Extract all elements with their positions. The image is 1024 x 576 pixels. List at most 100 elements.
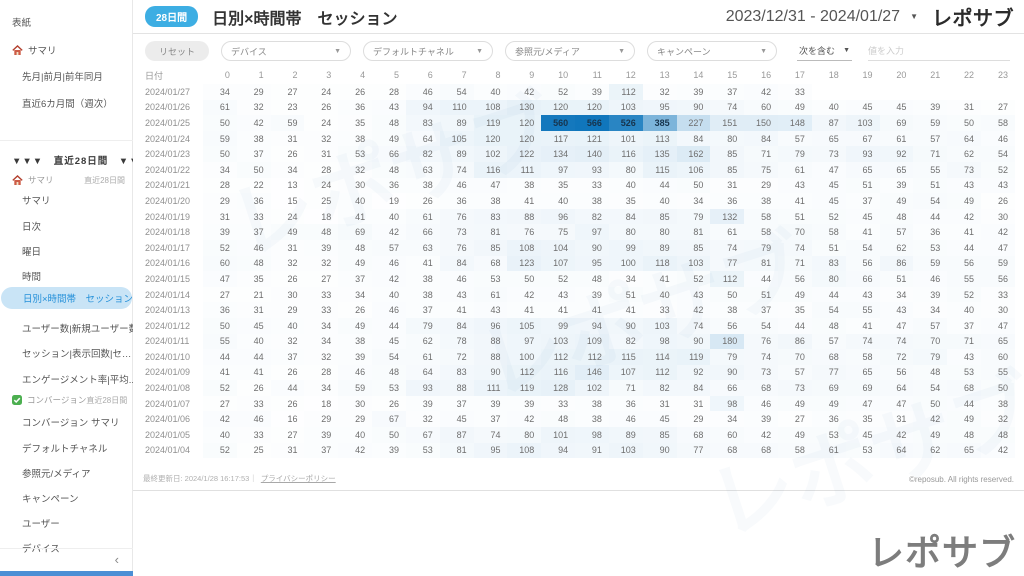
sidebar-item-3[interactable]: 直近6カ月間（週次） <box>0 93 133 113</box>
heatmap-cell: 82 <box>609 334 643 350</box>
date-range-value: 2023/12/31 - 2024/01/27 <box>726 8 900 26</box>
sidebar-collapse-bar[interactable]: ‹ <box>0 548 133 570</box>
hour-column-header: 2 <box>271 66 305 84</box>
row-date: 2024/01/26 <box>141 100 203 116</box>
heatmap-cell: 101 <box>541 427 575 443</box>
heatmap-cell: 40 <box>643 193 677 209</box>
hour-column-header: 8 <box>474 66 508 84</box>
heatmap-cell: 42 <box>507 411 541 427</box>
sidebar-item-7[interactable]: 日次 <box>0 216 133 236</box>
heatmap-cell: 80 <box>643 224 677 240</box>
heatmap-cell: 37 <box>744 302 778 318</box>
heatmap-cell: 50 <box>947 115 981 131</box>
sidebar-item-9[interactable]: 時間 <box>0 266 133 286</box>
heatmap-cell: 31 <box>203 209 237 225</box>
device-filter-dropdown[interactable]: デバイス ▼ <box>221 41 351 61</box>
heatmap-cell: 39 <box>880 178 914 194</box>
heatmap-cell: 50 <box>507 271 541 287</box>
house-icon <box>12 175 23 186</box>
hour-column-header: 0 <box>203 66 237 84</box>
heatmap-cell: 61 <box>710 224 744 240</box>
heatmap-cell: 26 <box>981 193 1015 209</box>
sidebar-item-label: コンバージョン <box>27 394 86 406</box>
heatmap-cell: 57 <box>778 131 812 147</box>
sidebar-item-15[interactable]: コンバージョン サマリ <box>0 412 133 432</box>
heatmap-cell: 49 <box>338 256 372 272</box>
heatmap-cell: 54 <box>981 146 1015 162</box>
heatmap-cell: 78 <box>440 334 474 350</box>
heatmap-cell <box>913 84 947 100</box>
sidebar-item-13[interactable]: エンゲージメント率|平均... <box>0 369 133 389</box>
period-badge: 28日間 <box>145 6 198 27</box>
heatmap-cell: 58 <box>812 224 846 240</box>
channel-filter-label: デフォルトチャネル <box>373 45 454 58</box>
sidebar-item-6[interactable]: サマリ <box>0 190 133 210</box>
heatmap-cell: 30 <box>981 209 1015 225</box>
heatmap-cell: 56 <box>778 271 812 287</box>
footer-separator: ｜ <box>249 473 257 484</box>
heatmap-cell: 51 <box>744 287 778 303</box>
heatmap-cell: 52 <box>203 443 237 459</box>
reset-button[interactable]: リセット <box>145 41 209 61</box>
heatmap-cell: 150 <box>744 115 778 131</box>
match-type-select[interactable]: 次を含む ▼ <box>797 41 852 61</box>
source-media-filter-dropdown[interactable]: 参照元/メディア ▼ <box>505 41 635 61</box>
heatmap-cell: 73 <box>812 146 846 162</box>
sidebar-item-19[interactable]: ユーザー <box>0 513 133 533</box>
heatmap-cell: 43 <box>947 349 981 365</box>
heatmap-cell: 49 <box>947 193 981 209</box>
heatmap-cell: 31 <box>304 146 338 162</box>
row-date: 2024/01/08 <box>141 380 203 396</box>
sidebar-item-11[interactable]: ユーザー数|新規ユーザー数 <box>0 318 133 338</box>
date-range-picker[interactable]: 2023/12/31 - 2024/01/27 ▼ <box>726 8 918 26</box>
heatmap-cell: 61 <box>203 100 237 116</box>
heatmap-cell: 24 <box>304 178 338 194</box>
heatmap-cell: 57 <box>913 318 947 334</box>
heatmap-cell: 42 <box>372 271 406 287</box>
filter-value-input[interactable] <box>868 41 1010 61</box>
heatmap-cell: 80 <box>812 271 846 287</box>
heatmap-cell: 59 <box>271 115 305 131</box>
sidebar-item-8[interactable]: 曜日 <box>0 241 133 261</box>
heatmap-cell: 59 <box>913 115 947 131</box>
collapse-chevron-icon[interactable]: ‹ <box>115 552 119 567</box>
heatmap-cell: 41 <box>778 193 812 209</box>
sidebar-item-12[interactable]: セッション|表示回数|セ… <box>0 343 133 363</box>
campaign-filter-dropdown[interactable]: キャンペーン ▼ <box>647 41 777 61</box>
heatmap-cell: 35 <box>778 302 812 318</box>
heatmap-cell: 64 <box>947 131 981 147</box>
heatmap-cell: 70 <box>778 349 812 365</box>
heatmap-cell: 140 <box>575 146 609 162</box>
heatmap-cell: 74 <box>710 240 744 256</box>
sidebar-item-period: 直近28日間 <box>86 395 127 406</box>
heatmap-cell: 45 <box>643 411 677 427</box>
heatmap-cell: 76 <box>440 209 474 225</box>
heatmap-cell: 25 <box>237 443 271 459</box>
sidebar-item-18[interactable]: キャンペーン <box>0 488 133 508</box>
heatmap-cell: 45 <box>372 334 406 350</box>
sidebar-item-2[interactable]: 先月|前月|前年同月 <box>0 66 133 86</box>
heatmap-cell: 41 <box>609 302 643 318</box>
heatmap-cell: 40 <box>203 427 237 443</box>
sidebar-item-5: サマリ直近28日間 <box>0 170 133 190</box>
privacy-policy-link[interactable]: プライバシーポリシー <box>261 473 336 484</box>
channel-filter-dropdown[interactable]: デフォルトチャネル ▼ <box>363 41 493 61</box>
heatmap-cell: 40 <box>812 100 846 116</box>
heatmap-cell: 52 <box>812 209 846 225</box>
sidebar-item-17[interactable]: 参照元/メディア <box>0 463 133 483</box>
heatmap-cell: 88 <box>440 380 474 396</box>
heatmap-cell: 86 <box>880 256 914 272</box>
sidebar-item-16[interactable]: デフォルトチャネル <box>0 438 133 458</box>
sidebar-item-1[interactable]: サマリ <box>0 40 133 60</box>
heatmap-cell: 120 <box>507 131 541 147</box>
heatmap-cell: 31 <box>880 411 914 427</box>
heatmap-cell: 33 <box>304 287 338 303</box>
heatmap-table-container: 日付01234567891011121314151617181920212223… <box>141 66 1015 458</box>
heatmap-cell: 53 <box>338 146 372 162</box>
heatmap-cell: 38 <box>575 411 609 427</box>
sidebar-scrollbar[interactable] <box>0 571 133 576</box>
heatmap-cell: 54 <box>913 193 947 209</box>
sidebar-item-0[interactable]: 表紙 <box>0 12 133 32</box>
sidebar-item-10-active[interactable]: 日別×時間帯 セッション <box>1 287 132 309</box>
heatmap-cell: 46 <box>440 271 474 287</box>
